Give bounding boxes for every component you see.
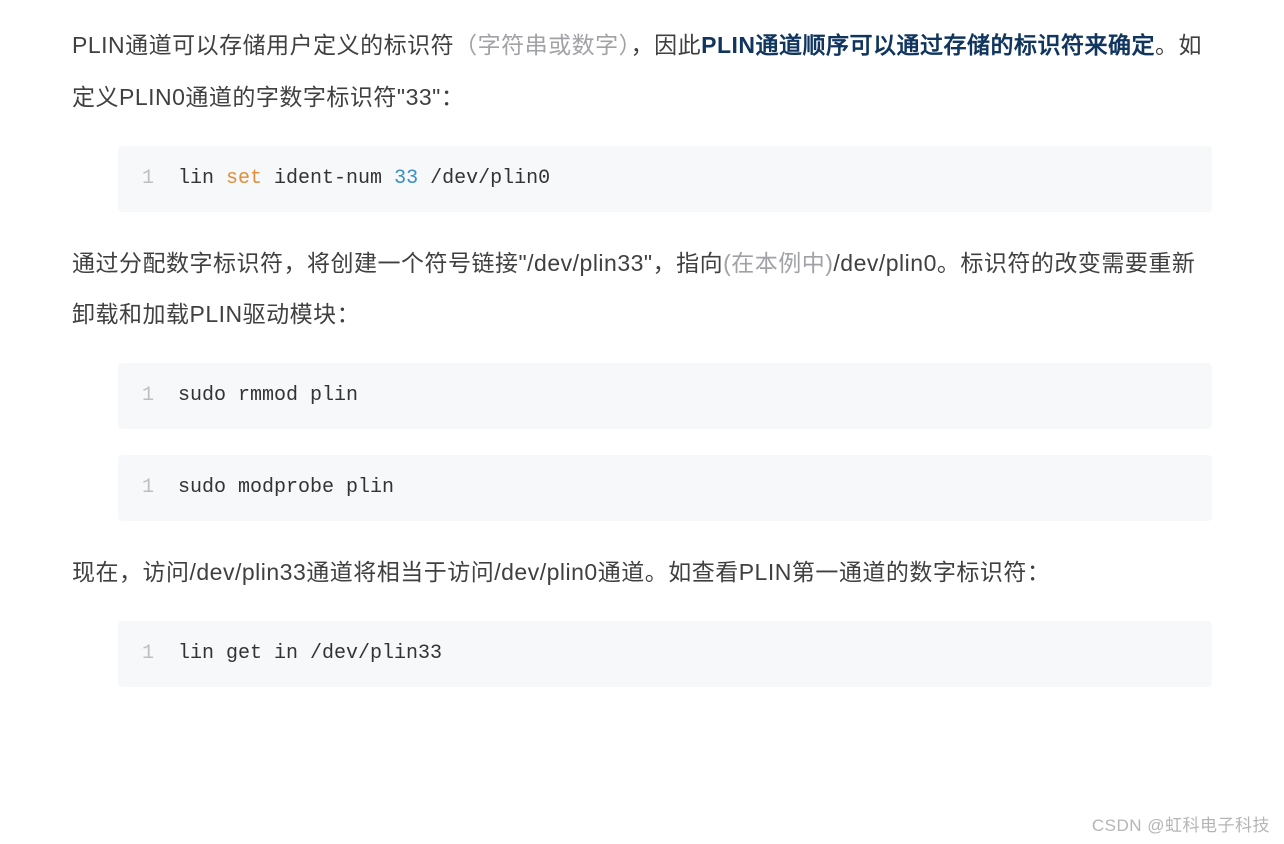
article-content: PLIN通道可以存储用户定义的标识符（字符串或数字），因此PLIN通道顺序可以通… (0, 0, 1284, 844)
line-number: 1 (142, 473, 178, 503)
code-text: ident-num (262, 167, 394, 190)
line-number: 1 (142, 639, 178, 669)
p1-text-b: ，因此 (631, 32, 702, 58)
line-number: 1 (142, 381, 178, 411)
paragraph-2: 通过分配数字标识符，将创建一个符号链接"/dev/plin33"，指向(在本例中… (72, 238, 1212, 342)
code-line: sudo modprobe plin (178, 473, 394, 503)
code-block-1[interactable]: 1 lin set ident-num 33 /dev/plin0 (118, 146, 1212, 212)
watermark: CSDN @虹科电子科技 (1092, 811, 1270, 836)
p1-muted: （字符串或数字） (454, 32, 631, 58)
code-text: /dev/plin0 (418, 167, 550, 190)
code-block-2[interactable]: 1 sudo rmmod plin (118, 363, 1212, 429)
paragraph-1: PLIN通道可以存储用户定义的标识符（字符串或数字），因此PLIN通道顺序可以通… (72, 20, 1212, 124)
code-number: 33 (394, 167, 418, 190)
paragraph-3: 现在，访问/dev/plin33通道将相当于访问/dev/plin0通道。如查看… (72, 547, 1212, 599)
line-number: 1 (142, 164, 178, 194)
code-block-3[interactable]: 1 sudo modprobe plin (118, 455, 1212, 521)
code-keyword: set (226, 167, 262, 190)
p3-text: 现在，访问/dev/plin33通道将相当于访问/dev/plin0通道。如查看… (72, 559, 1050, 585)
code-text: lin (178, 167, 226, 190)
code-line: lin set ident-num 33 /dev/plin0 (178, 164, 550, 194)
p1-bold: PLIN通道顺序可以通过存储的标识符来确定 (701, 32, 1155, 58)
p1-text-a: PLIN通道可以存储用户定义的标识符 (72, 32, 454, 58)
code-block-4[interactable]: 1 lin get in /dev/plin33 (118, 621, 1212, 687)
p2-muted: (在本例中) (723, 250, 833, 276)
p2-text-a: 通过分配数字标识符，将创建一个符号链接"/dev/plin33"，指向 (72, 250, 723, 276)
code-line: lin get in /dev/plin33 (178, 639, 442, 669)
code-line: sudo rmmod plin (178, 381, 358, 411)
